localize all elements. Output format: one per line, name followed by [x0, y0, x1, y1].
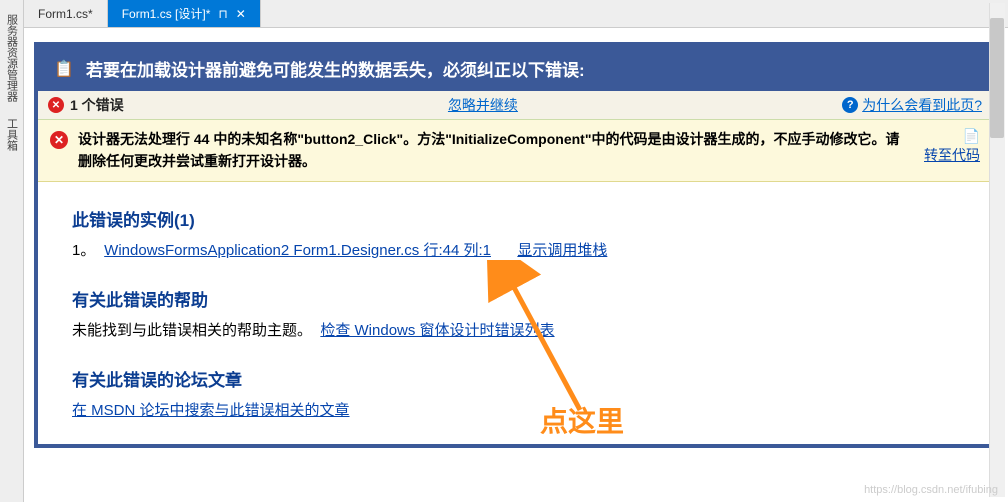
instances-heading: 此错误的实例(1)	[72, 206, 972, 231]
forum-line: 在 MSDN 论坛中搜索与此错误相关的文章	[72, 397, 972, 424]
designer-error-pane: 📋 若要在加载设计器前避免可能发生的数据丢失，必须纠正以下错误: ✕ 1 个错误…	[24, 28, 1008, 502]
error-detail-row: ✕ 设计器无法处理行 44 中的未知名称"button2_Click"。方法"I…	[38, 120, 992, 182]
goto-code-icon: 📄	[963, 128, 980, 144]
forum-heading: 有关此错误的论坛文章	[72, 366, 972, 391]
tab-label: Form1.cs*	[38, 7, 93, 21]
sidebar-left: 服务器资源管理器 工具箱	[0, 0, 24, 502]
watermark: https://blog.csdn.net/ifubing	[864, 484, 998, 496]
instance-number: 1。	[72, 237, 100, 264]
error-count: ✕ 1 个错误	[48, 95, 124, 115]
help-text: 未能找到与此错误相关的帮助主题。	[72, 322, 312, 339]
main-area: Form1.cs* Form1.cs [设计]* ⊓ ✕ 📋 若要在加载设计器前…	[24, 0, 1008, 502]
tab-form1-cs[interactable]: Form1.cs*	[24, 0, 108, 27]
subbar-center: 忽略并继续	[124, 95, 843, 115]
close-icon[interactable]: ✕	[236, 7, 246, 21]
goto-code-link[interactable]: 转至代码	[924, 147, 980, 163]
error-body: 此错误的实例(1) 1。 WindowsFormsApplication2 Fo…	[38, 182, 992, 444]
scrollbar-thumb[interactable]	[990, 18, 1004, 138]
clipboard-error-icon: 📋	[54, 59, 74, 79]
why-page-link[interactable]: 为什么会看到此页?	[862, 95, 982, 115]
error-badge-icon: ✕	[48, 97, 64, 113]
pin-icon[interactable]: ⊓	[218, 7, 227, 21]
subbar-right: ? 为什么会看到此页?	[842, 95, 982, 115]
error-icon: ✕	[50, 131, 68, 149]
help-line: 未能找到与此错误相关的帮助主题。 检查 Windows 窗体设计时错误列表	[72, 317, 972, 344]
show-callstack-link[interactable]: 显示调用堆栈	[517, 242, 607, 259]
error-count-text: 1 个错误	[70, 95, 124, 115]
panel-header: 📋 若要在加载设计器前避免可能发生的数据丢失，必须纠正以下错误:	[38, 46, 992, 91]
help-heading: 有关此错误的帮助	[72, 286, 972, 311]
error-subbar: ✕ 1 个错误 忽略并继续 ? 为什么会看到此页?	[38, 91, 992, 120]
forum-link[interactable]: 在 MSDN 论坛中搜索与此错误相关的文章	[72, 402, 350, 419]
sidebar-tab-toolbox[interactable]: 工具箱	[2, 112, 22, 157]
sidebar-tab-server-explorer[interactable]: 服务器资源管理器	[2, 8, 22, 108]
help-icon: ?	[842, 97, 858, 113]
document-tabbar: Form1.cs* Form1.cs [设计]* ⊓ ✕	[24, 0, 1008, 28]
help-link[interactable]: 检查 Windows 窗体设计时错误列表	[320, 322, 554, 339]
error-panel: 📋 若要在加载设计器前避免可能发生的数据丢失，必须纠正以下错误: ✕ 1 个错误…	[34, 42, 996, 448]
instance-file-link[interactable]: WindowsFormsApplication2 Form1.Designer.…	[104, 242, 491, 259]
ignore-continue-link[interactable]: 忽略并继续	[448, 97, 518, 113]
error-message: 设计器无法处理行 44 中的未知名称"button2_Click"。方法"Ini…	[78, 128, 902, 173]
tab-form1-design[interactable]: Form1.cs [设计]* ⊓ ✕	[108, 0, 261, 27]
tab-label: Form1.cs [设计]*	[122, 5, 211, 22]
header-title: 若要在加载设计器前避免可能发生的数据丢失，必须纠正以下错误:	[86, 56, 585, 81]
instance-line: 1。 WindowsFormsApplication2 Form1.Design…	[72, 237, 972, 264]
